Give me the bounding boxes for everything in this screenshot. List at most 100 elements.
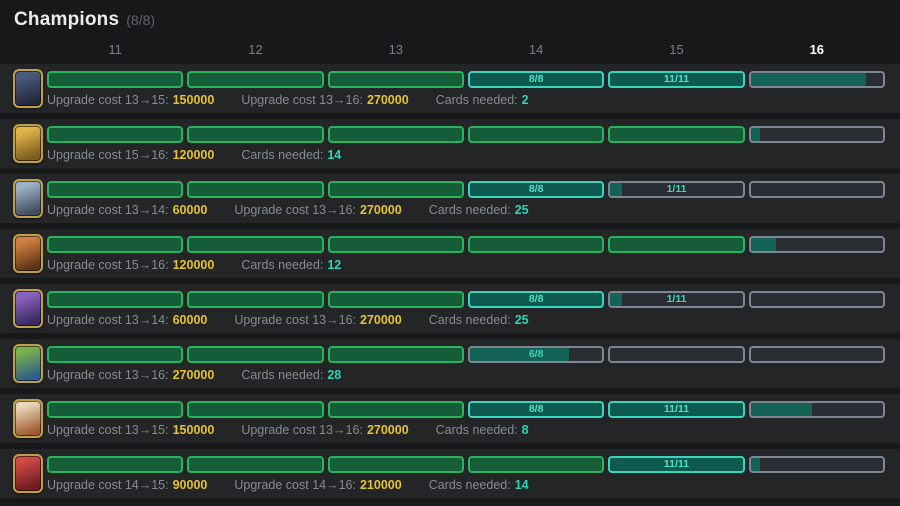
upgrade-info-line: Upgrade cost 13→14:60000Upgrade cost 13→… <box>47 203 885 217</box>
info-label: Upgrade cost 13→16: <box>241 423 363 437</box>
card-count-label: 6/8 <box>529 349 544 360</box>
level-bar-12 <box>187 71 323 88</box>
upgrade-cost-item: Upgrade cost 13→14:60000 <box>47 203 207 217</box>
champion-row: 11/11Upgrade cost 14→15:90000Upgrade cos… <box>0 449 900 498</box>
champion-card-7-icon <box>13 399 43 438</box>
level-bar-11 <box>47 126 183 143</box>
champion-card-4-icon <box>13 234 43 273</box>
cards-needed-item: Cards needed:14 <box>429 478 529 492</box>
champion-row: 8/81/11Upgrade cost 13→14:60000Upgrade c… <box>0 284 900 333</box>
champion-card-8-icon <box>13 454 43 493</box>
champion-row: 8/81/11Upgrade cost 13→14:60000Upgrade c… <box>0 174 900 223</box>
info-label: Upgrade cost 15→16: <box>47 148 169 162</box>
level-bar-13 <box>328 236 464 253</box>
level-bar-16 <box>749 71 885 88</box>
level-bar-13 <box>328 456 464 473</box>
info-value: 150000 <box>173 423 215 437</box>
level-progress-bars: 8/8 11/11 <box>47 71 885 88</box>
card-count-label: 8/8 <box>529 184 544 195</box>
champion-card-1-icon <box>13 69 43 108</box>
level-column-header-12: 12 <box>187 42 323 57</box>
level-progress-bars: 8/811/11 <box>47 401 885 418</box>
upgrade-info-line: Upgrade cost 13→14:60000Upgrade cost 13→… <box>47 313 885 327</box>
level-bar-12 <box>187 181 323 198</box>
champion-card-2-icon <box>13 124 43 163</box>
level-bar-11 <box>47 236 183 253</box>
page-title: Champions <box>14 9 119 31</box>
level-progress-bars: 11/11 <box>47 456 885 473</box>
info-value: 120000 <box>173 148 215 162</box>
champion-card-icon <box>13 399 43 438</box>
info-value: 25 <box>515 203 529 217</box>
upgrade-info-line: Upgrade cost 13→15:150000 Upgrade cost 13… <box>47 93 885 107</box>
cards-needed-item: Cards needed:2 <box>436 93 529 107</box>
upgrade-info-line: Upgrade cost 13→15:150000Upgrade cost 13… <box>47 423 885 437</box>
level-bar-16 <box>749 236 885 253</box>
cards-needed-item: Cards needed: 8 <box>436 423 529 437</box>
progress-fill <box>751 458 760 471</box>
section-count-badge: (8/8) <box>126 12 155 28</box>
level-bar-16 <box>749 456 885 473</box>
info-value: 150000 <box>173 93 215 107</box>
level-bar-13 <box>328 346 464 363</box>
progress-fill <box>751 238 776 251</box>
card-count-label: 1/11 <box>667 294 687 305</box>
info-value: 25 <box>515 313 529 327</box>
champion-row: 6/8 Upgrade cost 13→16: 270000 Cards needed… <box>0 339 900 388</box>
progress-fill <box>751 73 866 86</box>
info-value: 8 <box>522 423 529 437</box>
level-bar-11 <box>47 71 183 88</box>
upgrade-cost-item: Upgrade cost 14→15:90000 <box>47 478 207 492</box>
level-bar-12 <box>187 126 323 143</box>
upgrade-cost-item: Upgrade cost 15→16: 120000 <box>47 148 214 162</box>
level-bar-15: 11/11 <box>608 71 744 88</box>
info-label: Cards needed: <box>429 313 511 327</box>
cards-needed-item: Cards needed:25 <box>429 203 529 217</box>
level-bar-15 <box>608 236 744 253</box>
cards-needed-item: Cards needed:28 <box>241 368 341 382</box>
champion-row: 8/811/11 Upgrade cost 13→15:150000Upgrade… <box>0 394 900 443</box>
upgrade-info-line: Upgrade cost 15→16:120000Cards needed:12 <box>47 258 885 272</box>
upgrade-cost-item: Upgrade cost 13→16:270000 <box>234 203 401 217</box>
info-label: Upgrade cost 13→16: <box>47 368 169 382</box>
info-value: 270000 <box>360 203 402 217</box>
level-column-header-15: 15 <box>608 42 744 57</box>
level-bar-15 <box>608 126 744 143</box>
level-progress-bars <box>47 236 885 253</box>
champion-card-3-icon <box>13 179 43 218</box>
level-progress-bars <box>47 126 885 143</box>
info-value: 14 <box>327 148 341 162</box>
champion-rows-list: 8/8 11/11 Upgrade cost 13→15:150000 Upgrade… <box>0 64 900 498</box>
champion-card-icon <box>13 179 43 218</box>
level-bar-14: 8/8 <box>468 291 604 308</box>
info-label: Cards needed: <box>436 93 518 107</box>
champion-row: 8/811/11Upgrade cost 13→15:150000Upgrade… <box>0 64 900 113</box>
champion-card-icon <box>13 344 43 383</box>
info-value: 270000 <box>173 368 215 382</box>
card-count-label: 8/8 <box>529 74 544 85</box>
upgrade-cost-item: Upgrade cost 13→15:150000 <box>47 93 214 107</box>
level-bar-14: 8/8 <box>468 401 604 418</box>
card-count-label: 11/11 <box>664 74 689 85</box>
level-bar-15: 1/11 <box>608 291 744 308</box>
level-progress-bars: 8/8 1/11 <box>47 181 885 198</box>
level-bar-11 <box>47 181 183 198</box>
progress-fill <box>751 128 760 141</box>
level-bar-14: 8/8 <box>468 71 604 88</box>
info-label: Upgrade cost 13→14: <box>47 203 169 217</box>
info-label: Cards needed: <box>436 423 518 437</box>
champion-card-icon <box>13 124 43 163</box>
level-bar-15: 11/11 <box>608 456 744 473</box>
level-bar-15: 1/11 <box>608 181 744 198</box>
upgrade-cost-item: Upgrade cost 13→14:60000 <box>47 313 207 327</box>
info-value: 210000 <box>360 478 402 492</box>
level-column-header-16: 16 <box>749 42 885 57</box>
progress-fill <box>610 293 622 306</box>
info-label: Upgrade cost 13→16: <box>241 93 363 107</box>
cards-needed-item: Cards needed:12 <box>241 258 341 272</box>
info-value: 120000 <box>173 258 215 272</box>
progress-fill <box>470 348 569 361</box>
level-bar-14: 8/8 <box>468 181 604 198</box>
info-label: Upgrade cost 13→16: <box>234 313 356 327</box>
info-label: Upgrade cost 13→14: <box>47 313 169 327</box>
